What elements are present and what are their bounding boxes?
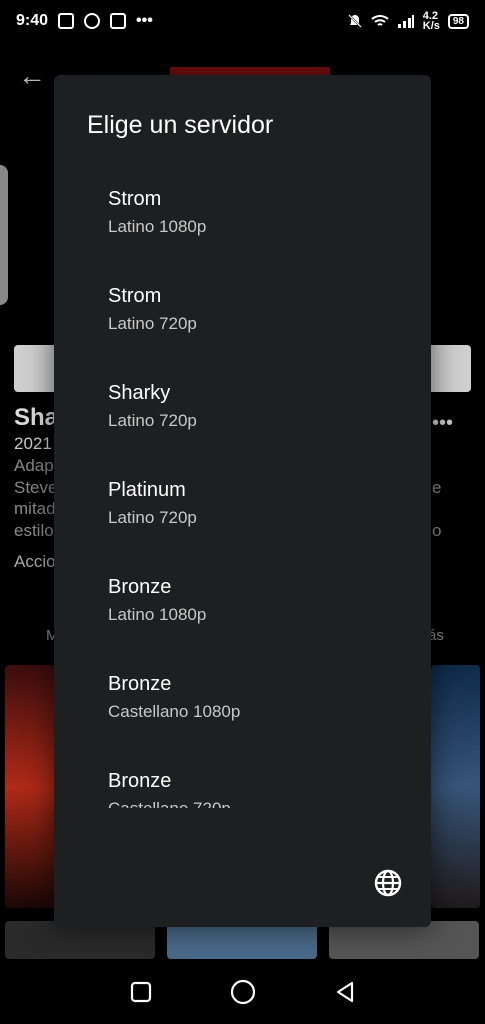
server-detail: Castellano 720p	[108, 799, 431, 808]
desc-line-3: mitad	[14, 499, 56, 518]
desc-line-1: Adap	[14, 456, 54, 475]
wifi-icon	[371, 15, 389, 26]
desc-right-2: o	[432, 521, 442, 540]
movie-genre: Accio	[14, 552, 56, 571]
server-item[interactable]: Strom Latino 720p	[54, 269, 431, 366]
back-arrow-icon[interactable]: ←	[18, 60, 46, 92]
server-detail: Castellano 1080p	[108, 702, 241, 721]
server-item[interactable]: Sharky Latino 720p	[54, 366, 431, 463]
more-notifications-icon: •••	[136, 12, 153, 29]
status-bar: 9:40 ••• 4.2 K/s 98	[0, 0, 485, 42]
server-name: Strom	[108, 285, 162, 307]
server-item[interactable]: Strom Latino 1080p	[54, 172, 431, 269]
back-icon[interactable]	[333, 980, 357, 1004]
globe-icon[interactable]	[372, 867, 404, 899]
server-dialog: Elige un servidor Strom Latino 1080p Str…	[54, 75, 431, 927]
movie-year: 2021	[14, 434, 52, 453]
notes-icon	[58, 13, 75, 29]
server-item[interactable]: Bronze Castellano 1080p	[54, 657, 431, 754]
server-detail: Latino 1080p	[108, 605, 207, 624]
recent-apps-icon[interactable]	[129, 980, 153, 1004]
server-name: Sharky	[108, 382, 171, 404]
net-speed: 4.2 K/s	[422, 10, 440, 32]
signal-icon	[397, 15, 414, 28]
server-item[interactable]: Bronze Latino 1080p	[54, 560, 431, 657]
dialog-title: Elige un servidor	[87, 111, 274, 139]
poster-incredibles[interactable]	[5, 665, 55, 908]
server-name: Bronze	[108, 673, 172, 695]
app-icon	[110, 13, 127, 29]
status-right: 4.2 K/s 98	[347, 10, 469, 32]
server-name: Strom	[108, 188, 162, 210]
mute-bell-icon	[348, 14, 362, 28]
desc-line-4: estilo	[14, 521, 54, 540]
poster-black-widow[interactable]	[431, 665, 480, 908]
server-name: Bronze	[108, 770, 172, 792]
status-time: 9:40	[16, 12, 49, 29]
server-detail: Latino 720p	[108, 411, 197, 430]
cat-icon	[84, 13, 101, 29]
background-card	[0, 165, 8, 305]
server-item[interactable]: Platinum Latino 720p	[54, 463, 431, 560]
status-left: 9:40 •••	[16, 12, 153, 30]
server-name: Bronze	[108, 576, 172, 598]
server-name: Platinum	[108, 479, 186, 501]
server-item[interactable]: Bronze Castellano 720p	[54, 754, 431, 808]
server-list[interactable]: Strom Latino 1080p Strom Latino 720p Sha…	[54, 172, 431, 808]
movie-title: Sha	[14, 404, 59, 431]
server-detail: Latino 720p	[108, 314, 197, 333]
more-options-icon[interactable]: •••	[432, 412, 453, 435]
desc-line-2: Steve	[14, 478, 58, 497]
system-nav-bar	[0, 960, 485, 1024]
server-detail: Latino 1080p	[108, 217, 207, 236]
home-icon[interactable]	[230, 979, 256, 1005]
battery-indicator: 98	[447, 13, 469, 29]
server-detail: Latino 720p	[108, 508, 197, 527]
desc-right-1: e	[432, 478, 442, 497]
